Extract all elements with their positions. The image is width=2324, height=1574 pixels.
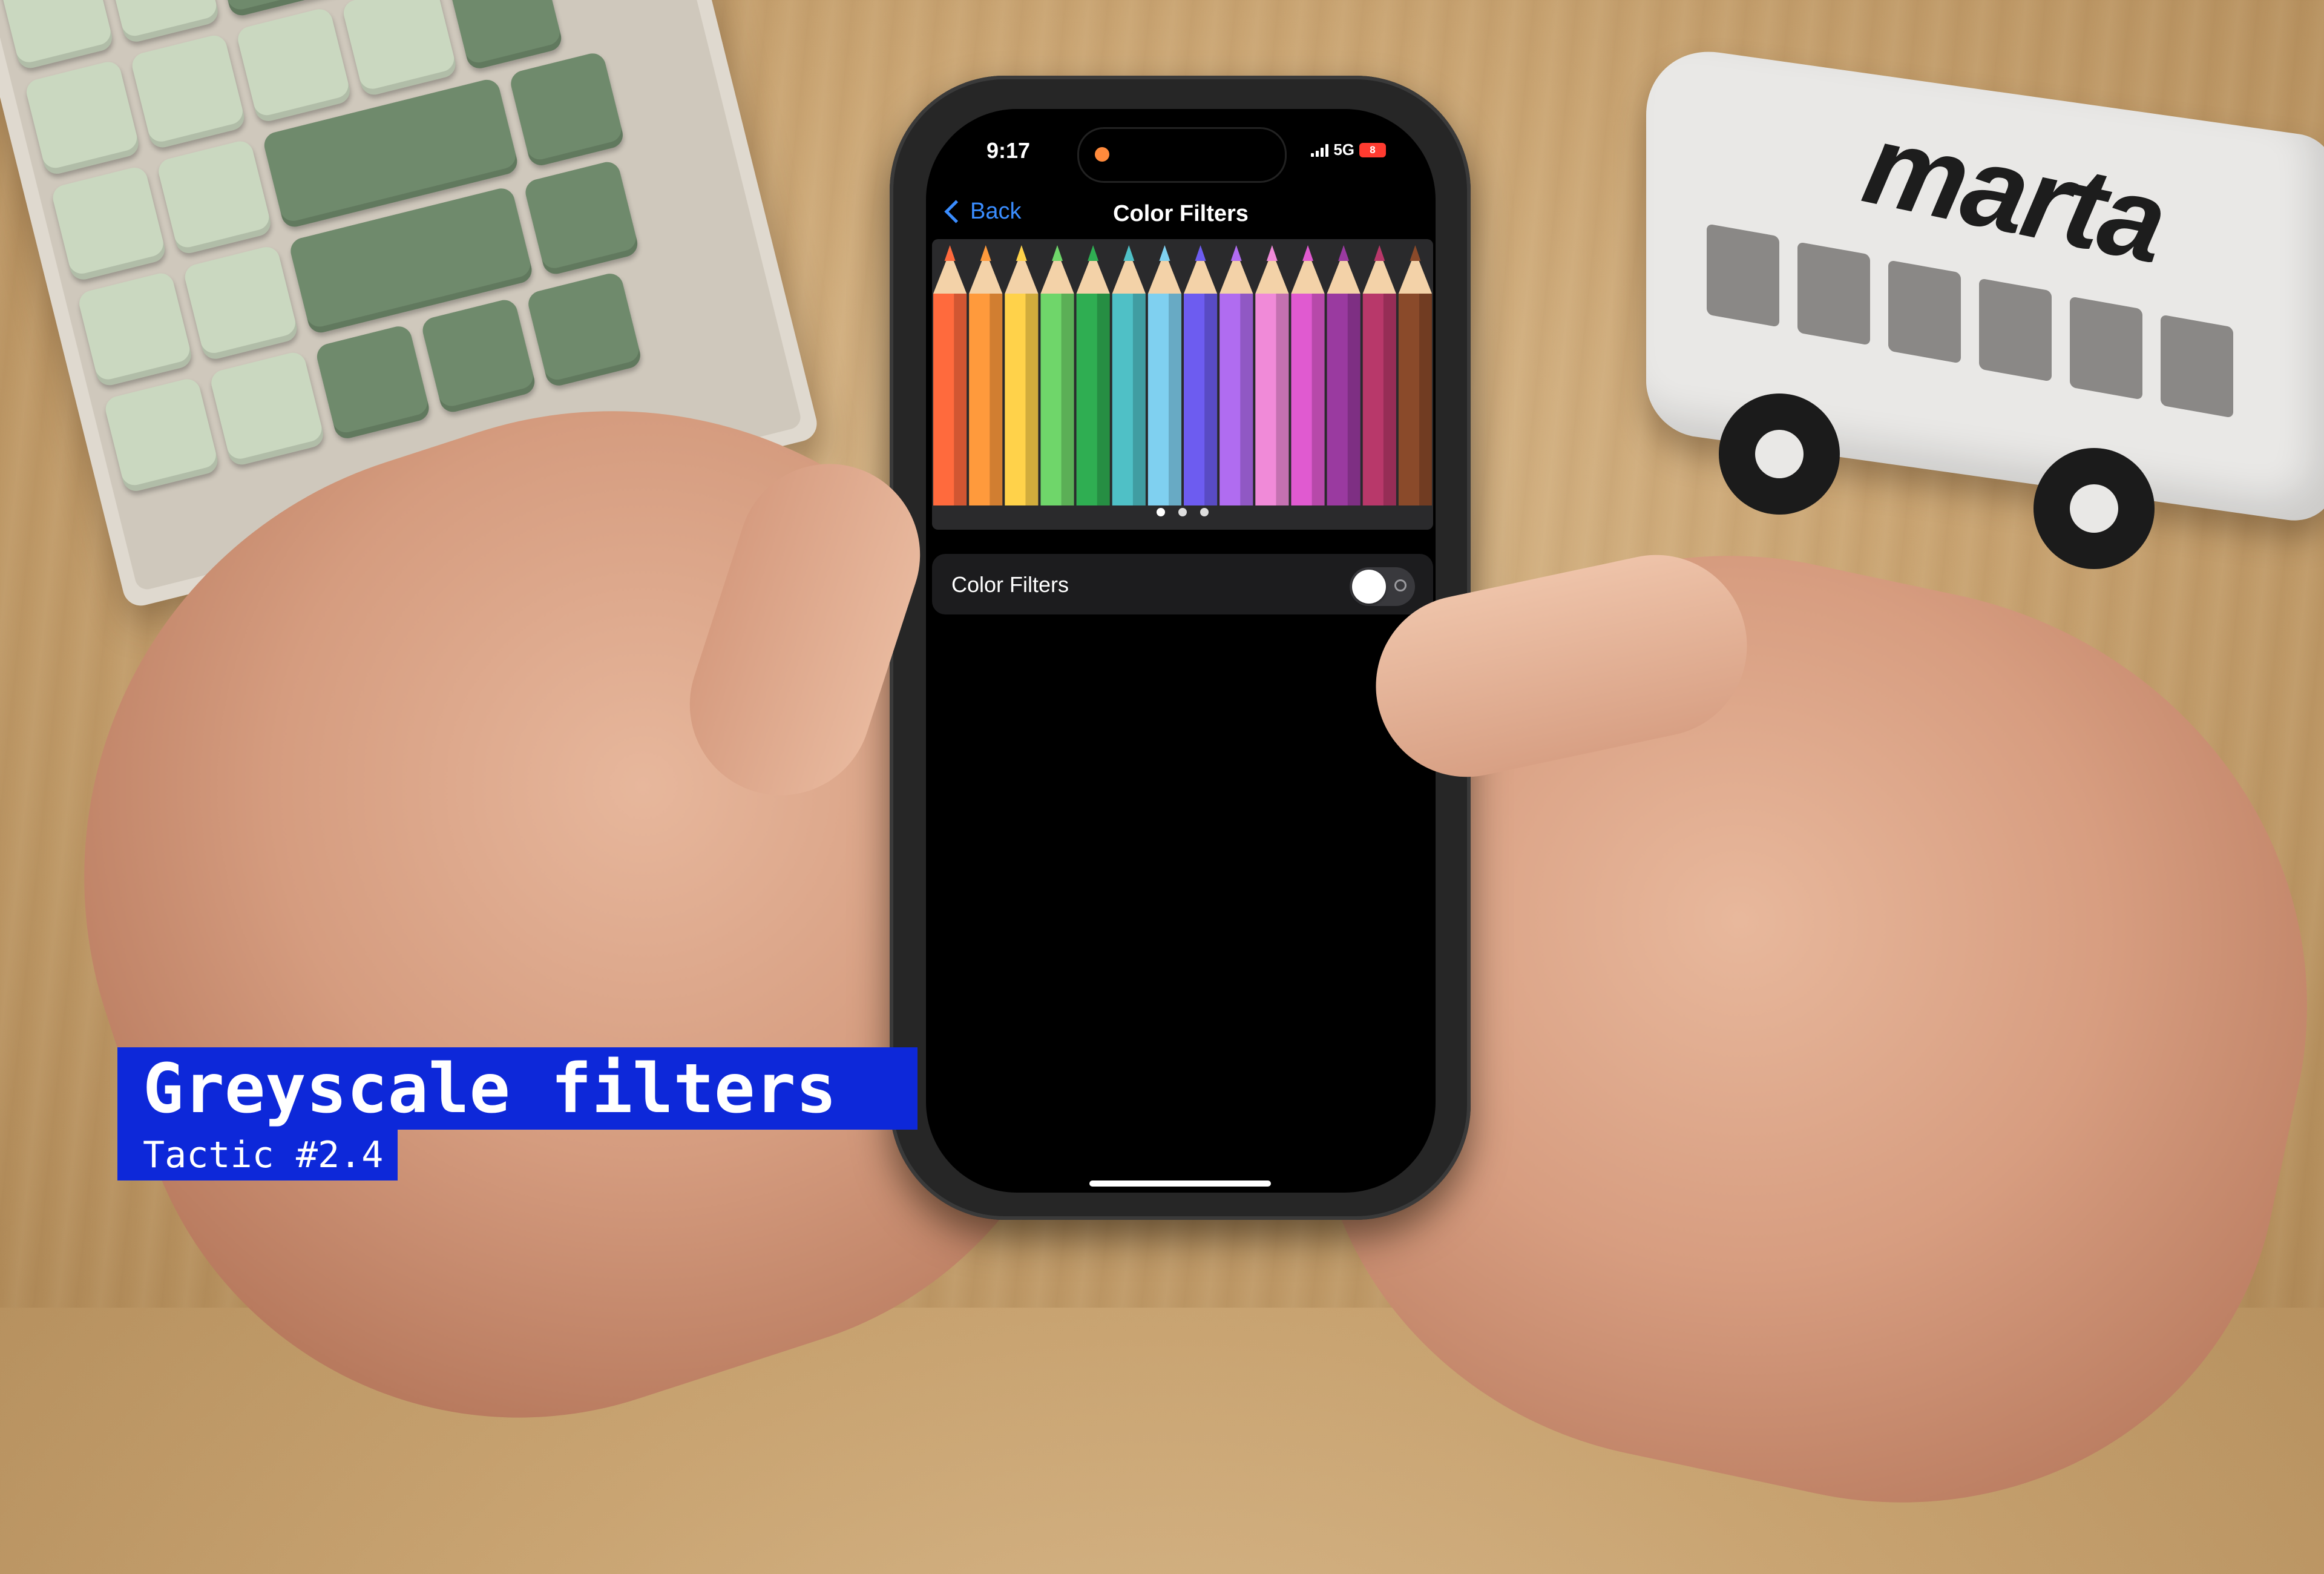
page-dot[interactable] — [1178, 508, 1187, 516]
pencils-preview-image — [933, 245, 1432, 505]
keyboard-key — [76, 271, 194, 388]
keyboard-key — [525, 271, 643, 389]
pencil — [1076, 245, 1110, 505]
bus-window — [1888, 260, 1961, 364]
color-filter-preview[interactable] — [932, 239, 1433, 530]
page-title: Color Filters — [1113, 201, 1249, 226]
page-dot[interactable] — [1200, 508, 1209, 516]
cellular-signal-icon — [1311, 143, 1329, 157]
pencil — [1255, 245, 1289, 505]
bus-wheel — [1719, 394, 1840, 515]
bus-window — [1797, 242, 1870, 346]
network-type: 5G — [1333, 140, 1354, 159]
page-dot[interactable] — [1157, 508, 1165, 516]
keyboard-key — [446, 0, 564, 71]
bus-window — [1707, 223, 1779, 328]
toy-bus: marta — [1598, 42, 2324, 569]
bus-wheel — [2034, 448, 2155, 569]
keyboard-key — [129, 33, 247, 151]
keyboard-key — [182, 244, 300, 362]
keyboard-key — [341, 0, 459, 98]
toggle-knob — [1352, 570, 1386, 604]
color-filters-label: Color Filters — [951, 572, 1069, 597]
video-caption: Greyscale filters Tactic #2.4 — [117, 1047, 917, 1180]
keyboard-key — [508, 50, 626, 168]
battery-icon: 8 — [1359, 142, 1386, 157]
keyboard-key — [419, 297, 537, 415]
color-filters-row: Color Filters — [932, 554, 1433, 614]
keyboard-key — [156, 138, 274, 256]
caption-title: Greyscale filters — [117, 1047, 917, 1130]
color-filters-toggle[interactable] — [1350, 567, 1415, 606]
pencil — [1040, 245, 1074, 505]
pencil — [1362, 245, 1396, 505]
pencil — [1219, 245, 1253, 505]
pencil — [1398, 245, 1432, 505]
status-indicators: 5G 8 — [1311, 140, 1386, 159]
keyboard-key — [24, 59, 142, 177]
dynamic-island — [1077, 127, 1287, 183]
pencil — [933, 245, 967, 505]
page-indicator[interactable] — [932, 508, 1433, 516]
pencil — [1112, 245, 1146, 505]
phone-screen: 9:17 5G 8 Back Color Filters Color Filte… — [926, 109, 1436, 1193]
pencil — [1147, 245, 1181, 505]
battery-level: 8 — [1370, 143, 1376, 156]
pencil — [969, 245, 1003, 505]
keyboard-key — [314, 323, 432, 441]
pencil — [1005, 245, 1039, 505]
toggle-off-icon — [1394, 579, 1407, 591]
recording-indicator-icon — [1095, 147, 1109, 162]
keyboard-key — [0, 0, 115, 71]
keyboard-key — [102, 376, 220, 494]
bus-window — [1979, 278, 2052, 382]
pencil — [1184, 245, 1218, 505]
status-bar: 9:17 5G 8 — [926, 109, 1436, 188]
caption-subtitle: Tactic #2.4 — [117, 1130, 398, 1180]
keyboard-key — [522, 159, 640, 277]
home-indicator[interactable] — [1089, 1180, 1271, 1187]
keyboard-key — [235, 6, 353, 124]
keyboard-key — [208, 350, 326, 468]
bus-window — [2161, 314, 2233, 418]
bus-window — [2070, 296, 2142, 400]
status-time: 9:17 — [986, 138, 1031, 163]
pencil — [1291, 245, 1325, 505]
pencil — [1327, 245, 1361, 505]
keyboard-key — [50, 165, 168, 283]
